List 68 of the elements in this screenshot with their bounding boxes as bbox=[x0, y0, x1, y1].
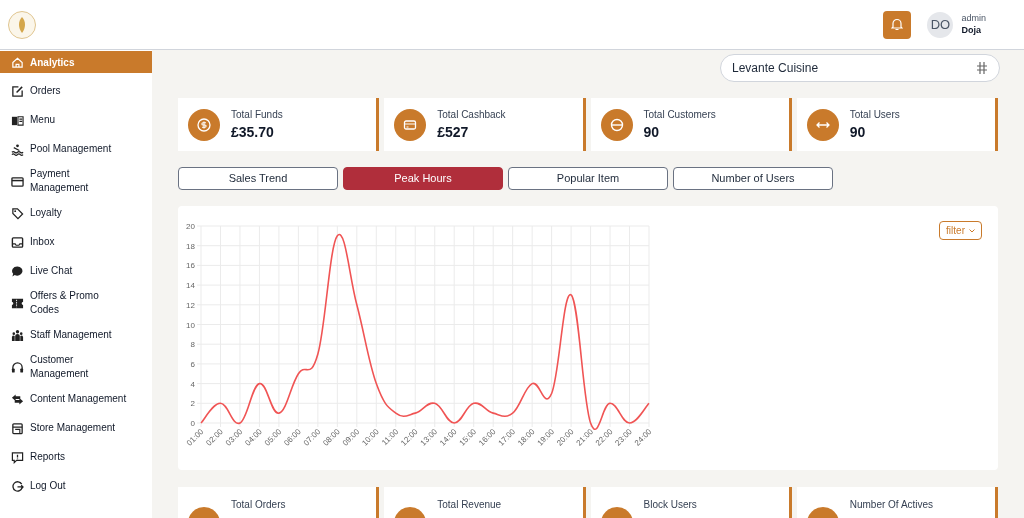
sidebar-item[interactable]: Orders bbox=[0, 80, 152, 102]
y-axis-label: 2 bbox=[190, 399, 195, 409]
sidebar-item[interactable]: Loyalty bbox=[0, 202, 152, 224]
levante-logo bbox=[8, 10, 36, 39]
y-axis-label: 8 bbox=[190, 340, 195, 350]
card-icon bbox=[394, 108, 427, 141]
y-axis-label: 18 bbox=[186, 241, 195, 251]
bell-icon bbox=[891, 18, 904, 31]
stat-label: Total Revenue bbox=[437, 498, 502, 512]
headset-icon bbox=[11, 360, 24, 374]
people-icon bbox=[11, 328, 24, 342]
chart-tab[interactable]: Peak Hours bbox=[343, 167, 503, 190]
notification-button[interactable] bbox=[883, 10, 912, 39]
chart-tab[interactable]: Number of Users bbox=[673, 167, 833, 190]
swap-arrows-icon bbox=[11, 392, 24, 406]
sidebar-item[interactable]: Pool Management bbox=[0, 138, 152, 160]
sidebar-item[interactable]: Store Management bbox=[0, 417, 152, 439]
stat-label: Number Of Actives bbox=[849, 498, 934, 512]
logout-icon bbox=[11, 479, 24, 493]
sidebar-item[interactable]: Reports bbox=[0, 446, 152, 468]
sidebar-item[interactable]: Offers & Promo Codes bbox=[0, 289, 152, 317]
stat-value: 90 bbox=[643, 122, 661, 142]
dollar-icon bbox=[188, 108, 220, 141]
arrows-icon bbox=[806, 108, 839, 141]
tag-icon bbox=[11, 206, 24, 220]
stat-label: Total Customers bbox=[643, 107, 716, 122]
y-axis-label: 12 bbox=[186, 300, 195, 310]
stat-label: Block Users bbox=[643, 498, 697, 512]
user-avatar[interactable]: DO bbox=[927, 11, 954, 38]
y-axis-label: 6 bbox=[190, 359, 195, 369]
y-axis-label: 16 bbox=[186, 261, 195, 271]
inbox-icon bbox=[11, 235, 24, 249]
stat-label: Total Funds bbox=[231, 107, 283, 122]
card-icon bbox=[11, 174, 24, 188]
ticket-icon bbox=[11, 296, 24, 310]
chart-tab[interactable]: Sales Trend bbox=[178, 167, 338, 190]
filter-button[interactable]: filter bbox=[939, 221, 982, 240]
stat-value: 90 bbox=[849, 122, 867, 142]
sidebar-item[interactable]: Menu bbox=[0, 109, 152, 131]
restaurant-select[interactable]: Levante Cuisine bbox=[720, 54, 1000, 82]
y-axis-label: 0 bbox=[190, 419, 195, 428]
y-axis-label: 4 bbox=[190, 379, 195, 389]
sidebar-item[interactable]: Log Out bbox=[0, 475, 152, 497]
y-axis-label: 14 bbox=[186, 281, 195, 291]
chart-tab[interactable]: Popular Item bbox=[508, 167, 668, 190]
store-icon bbox=[11, 421, 24, 435]
book-icon bbox=[11, 113, 24, 127]
sidebar-item[interactable]: Live Chat bbox=[0, 260, 152, 282]
user-name: Doja bbox=[961, 24, 982, 36]
report-icon bbox=[11, 450, 24, 464]
swimmer-icon bbox=[11, 142, 24, 156]
sidebar-item[interactable]: Payment Management bbox=[0, 167, 152, 195]
stat-label: Total Orders bbox=[231, 498, 286, 512]
sidebar-item[interactable]: Customer Management bbox=[0, 353, 152, 381]
y-axis-label: 10 bbox=[186, 320, 195, 330]
sidebar-item[interactable]: Inbox bbox=[0, 231, 152, 253]
y-axis-label: 20 bbox=[186, 222, 195, 231]
edit-icon bbox=[11, 84, 24, 98]
chat-bubble-icon bbox=[11, 264, 24, 278]
home-icon bbox=[11, 55, 24, 69]
sidebar-item[interactable]: Staff Management bbox=[0, 324, 152, 346]
sidebar-item[interactable]: Content Management bbox=[0, 388, 152, 410]
caret-icon bbox=[969, 228, 975, 233]
stat-label: Total Cashback bbox=[437, 107, 506, 122]
stat-value: £35.70 bbox=[231, 122, 275, 142]
stat-value: £527 bbox=[437, 122, 470, 142]
stat-label: Total Users bbox=[849, 107, 900, 122]
user-role: admin bbox=[961, 13, 986, 25]
